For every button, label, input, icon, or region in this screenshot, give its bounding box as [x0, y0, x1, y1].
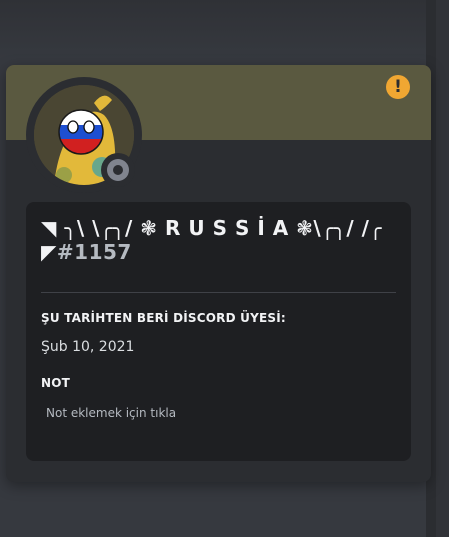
discriminator: #1157 [56, 240, 132, 264]
profile-info-panel: ◥ ╮\ \╭╮/ ❃ R U S S İ A ❃\╭╮/ /╭ ◤#1157 … [26, 202, 411, 461]
offline-status-icon [107, 159, 129, 181]
window-edge [436, 0, 449, 537]
divider [41, 292, 396, 293]
member-since-title: ŞU TARİHTEN BERİ DİSCORD ÜYESİ: [41, 311, 286, 325]
username-tag[interactable]: ◥ ╮\ \╭╮/ ❃ R U S S İ A ❃\╭╮/ /╭ ◤#1157 [41, 216, 401, 264]
user-profile-popout: ! ◥ ╮\ \╭╮/ ❃ R U S S İ A ❃\╭╮/ /╭ ◤#115… [6, 65, 431, 482]
note-title: NOT [41, 376, 71, 390]
exclamation-icon[interactable]: ! [386, 75, 410, 99]
member-since-date: Şub 10, 2021 [41, 339, 135, 355]
note-input[interactable]: Not eklemek için tıkla [41, 400, 396, 426]
